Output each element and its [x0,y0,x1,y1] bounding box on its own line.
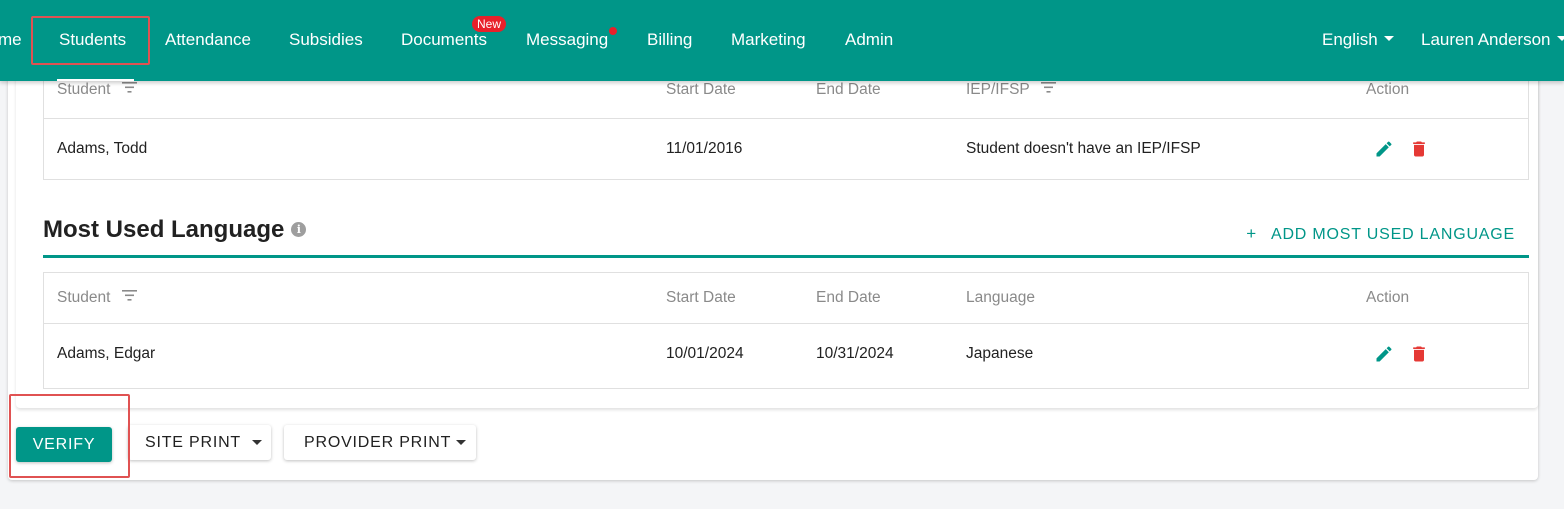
chevron-down-icon [1556,36,1564,42]
nav-subsidies[interactable]: Subsidies [289,0,363,81]
nav-students[interactable]: Students [56,0,135,81]
section-divider [43,255,1529,258]
user-menu[interactable]: Lauren Anderson [1421,0,1564,81]
notification-dot [609,27,617,35]
cell-start-date: 11/01/2016 [666,140,743,157]
nav-messaging[interactable]: Messaging [526,0,608,81]
language-dropdown[interactable]: English [1322,0,1394,81]
nav-billing[interactable]: Billing [647,0,692,81]
caret-down-icon [456,440,466,445]
edit-icon[interactable] [1374,139,1394,159]
section-title: Most Used Language i [43,216,307,244]
column-header-iep[interactable]: IEP/IFSP [966,81,1056,99]
filter-icon[interactable] [121,290,137,302]
column-header-student[interactable]: Student [57,289,137,307]
table-header: Student Start Date End Date Language Act… [44,273,1528,324]
cell-language: Japanese [966,345,1034,362]
edit-icon[interactable] [1374,344,1394,364]
cell-student: Adams, Todd [57,140,148,157]
column-header-student[interactable]: Student [57,81,137,99]
nav-admin[interactable]: Admin [845,0,893,81]
cell-start-date: 10/01/2024 [666,345,744,362]
column-header-end-date: End Date [816,289,881,306]
caret-down-icon [252,440,262,445]
chevron-down-icon [1383,36,1394,42]
new-badge: New [472,16,507,32]
column-header-language: Language [966,289,1035,306]
table-row: Adams, Edgar 10/01/2024 10/31/2024 Japan… [44,324,1528,388]
user-name: Lauren Anderson [1421,30,1551,49]
content-panel: Student Start Date End Date IEP/IFSP Act… [16,58,1538,408]
column-header-start-date: Start Date [666,81,736,98]
cell-iep-status: Student doesn't have an IEP/IFSP [966,140,1201,157]
nav-home[interactable]: me [0,0,22,81]
nav-documents[interactable]: Documents [401,0,487,81]
column-header-action: Action [1366,81,1410,98]
column-header-end-date: End Date [816,81,881,98]
nav-marketing[interactable]: Marketing [731,0,806,81]
filter-icon[interactable] [1040,82,1056,94]
nav-attendance[interactable]: Attendance [165,0,251,81]
column-header-action: Action [1366,289,1410,306]
add-most-used-language-button[interactable]: + ADD MOST USED LANGUAGE [1246,224,1515,244]
language-label: English [1322,30,1378,49]
cell-end-date: 10/31/2024 [816,345,894,362]
cell-student: Adams, Edgar [57,345,156,362]
delete-icon[interactable] [1409,139,1429,159]
language-table: Student Start Date End Date Language Act… [43,272,1529,389]
delete-icon[interactable] [1409,344,1429,364]
info-icon[interactable]: i [291,222,307,238]
main-card: Student Start Date End Date IEP/IFSP Act… [8,58,1538,480]
top-nav: me Students Attendance Subsidies Documen… [0,0,1564,81]
provider-print-button[interactable]: PROVIDER PRINT [284,425,476,460]
plus-icon: + [1246,224,1257,243]
verify-button[interactable]: VERIFY [16,427,112,462]
table-row: Adams, Todd 11/01/2016 Student doesn't h… [44,119,1528,180]
filter-icon[interactable] [121,82,137,94]
site-print-button[interactable]: SITE PRINT [128,425,271,460]
column-header-start-date: Start Date [666,289,736,306]
